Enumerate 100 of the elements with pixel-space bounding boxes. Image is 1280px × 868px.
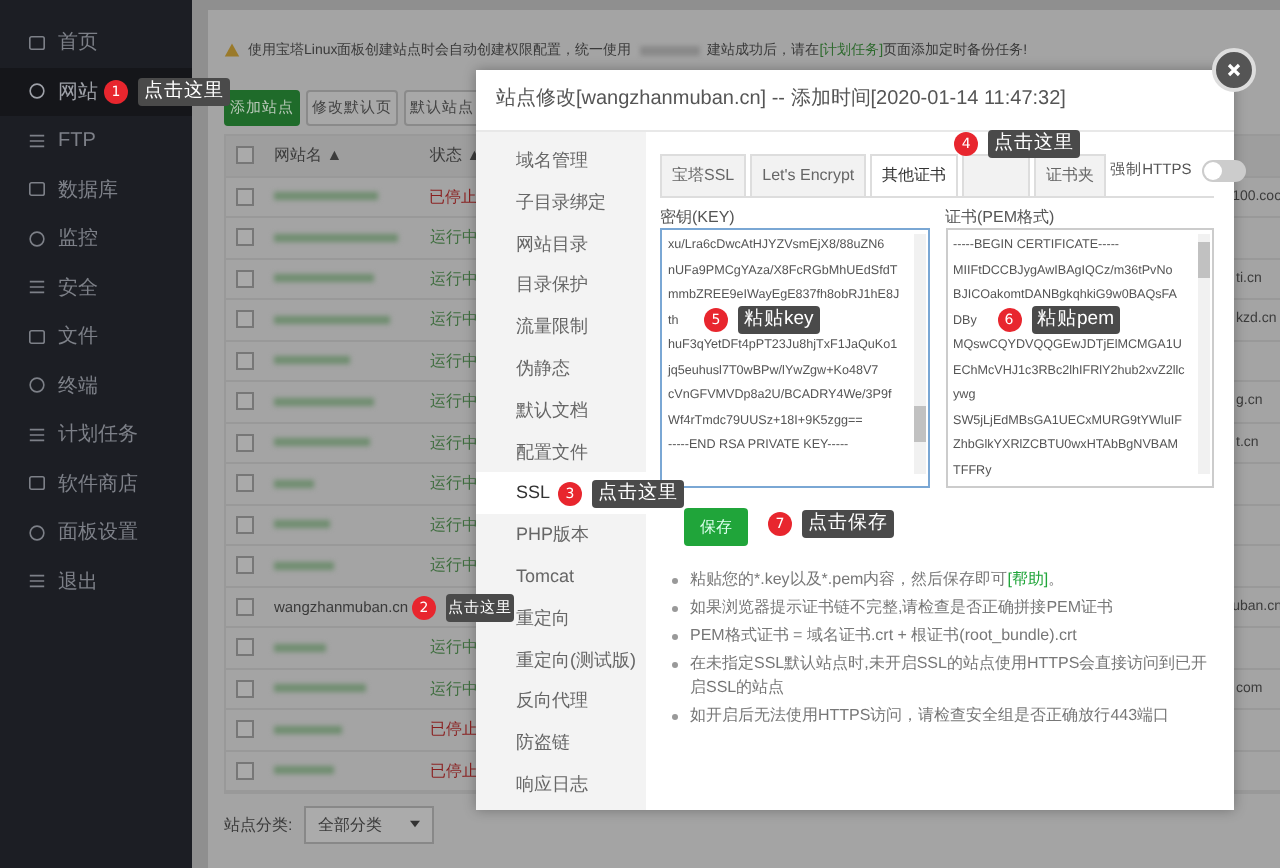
status-text: 运行中 [430, 474, 478, 493]
blurred-text [274, 356, 350, 365]
checkbox[interactable] [236, 638, 254, 657]
callout-label: 粘贴key [738, 306, 820, 334]
checkbox[interactable] [236, 392, 254, 411]
menu-item-icon [28, 229, 46, 248]
nav-item[interactable]: 伪静态 [476, 347, 646, 390]
blurred-text [274, 725, 342, 734]
checkbox[interactable] [236, 351, 254, 370]
blurred-text [274, 397, 374, 406]
tab[interactable]: Let's Encrypt [750, 154, 867, 196]
blurred-text [274, 561, 334, 570]
checkbox[interactable] [236, 761, 254, 780]
tab[interactable] [962, 154, 1031, 196]
sidebar-item[interactable]: FTP [0, 116, 192, 165]
tab[interactable]: 宝塔SSL [660, 154, 747, 196]
checkbox[interactable] [236, 720, 254, 739]
blurred-text [274, 438, 370, 447]
nav-item[interactable]: 域名管理 [476, 140, 646, 182]
sidebar-item[interactable]: 监控 [0, 214, 192, 263]
sidebar-item[interactable]: 退出 [0, 557, 192, 606]
help-link[interactable]: [帮助] [1007, 570, 1049, 588]
field-label: 证书(PEM格式) [945, 206, 1057, 228]
sidebar-item[interactable]: 软件商店 [0, 459, 192, 508]
checkbox[interactable] [236, 433, 254, 452]
bullet-icon [672, 714, 678, 720]
menu-item-icon [28, 327, 46, 346]
filter-label: 站点分类: [224, 813, 293, 835]
tab[interactable]: 其他证书 [870, 154, 959, 196]
sidebar-item[interactable]: 计划任务 [0, 410, 192, 459]
blurred-text [274, 315, 390, 324]
status-text: 已停止 [430, 720, 478, 739]
checkbox[interactable] [236, 474, 254, 493]
callout-label: 粘贴pem [1031, 306, 1120, 334]
scrollbar[interactable] [1198, 234, 1210, 474]
status-text: 运行中 [430, 433, 478, 452]
nav-item[interactable]: 响应日志 [476, 763, 646, 806]
nav-item[interactable]: 反向代理 [476, 680, 646, 723]
checkbox[interactable] [236, 597, 254, 616]
sidebar-item[interactable]: 面板设置 [0, 508, 192, 557]
scrollbar[interactable] [913, 234, 925, 474]
nav-item[interactable]: 目录保护 [476, 264, 646, 307]
callout-label: 点击保存 [802, 510, 894, 538]
sidebar-item[interactable]: 数据库 [0, 165, 192, 214]
status-text: 已停止 [429, 187, 478, 206]
toggle-switch[interactable] [1201, 159, 1246, 181]
field-label: 密钥(KEY) [660, 206, 737, 228]
menu-item-icon [28, 131, 46, 150]
save-button[interactable]: 保存 [684, 508, 748, 546]
checkbox[interactable] [236, 310, 254, 329]
status-text: 运行中 [430, 269, 478, 288]
category-dropdown[interactable]: 全部分类 [304, 805, 435, 843]
menu-item-icon [28, 180, 46, 199]
sidebar-item[interactable]: 安全 [0, 263, 192, 312]
status-text: 运行中 [430, 228, 478, 247]
checkbox[interactable] [236, 228, 254, 247]
menu-item-icon [28, 425, 46, 444]
checkbox[interactable] [236, 146, 254, 165]
status-text: 运行中 [430, 638, 478, 657]
blurred-text [273, 192, 378, 201]
checkbox[interactable] [236, 269, 254, 288]
nav-item[interactable]: 网站目录 [476, 223, 646, 265]
close-icon[interactable] [1224, 60, 1244, 80]
sidebar-item[interactable]: 首页 [0, 18, 192, 67]
menu-item-icon [28, 33, 46, 52]
blurred-text [274, 766, 334, 775]
nav-item[interactable]: 配置文件 [476, 431, 646, 473]
checkbox[interactable] [236, 679, 254, 698]
sidebar-item[interactable]: 终端 [0, 361, 192, 410]
caret-icon [410, 820, 421, 828]
column-header[interactable]: 网站名 ▲ [274, 144, 430, 167]
status-text: 运行中 [430, 351, 478, 370]
tip-text: PEM格式证书 = 域名证书.crt + 根证书(root_bundle).crt [690, 624, 1077, 648]
menu-item-icon [28, 572, 46, 591]
bullet-icon [672, 634, 678, 640]
checkbox[interactable] [236, 187, 254, 206]
callout-label: 点击这里 [138, 77, 230, 105]
nav-item[interactable]: 默认文档 [476, 389, 646, 432]
blurred-text [274, 684, 366, 693]
callout-label: 点击这里 [988, 130, 1081, 158]
status-text: 运行中 [430, 679, 478, 698]
checkbox[interactable] [236, 556, 254, 575]
nav-item[interactable]: 防盗链 [476, 722, 646, 764]
menu-item-icon [28, 278, 46, 297]
nav-item[interactable]: 重定向(测试版) [476, 639, 646, 681]
tip-text: 如开启后无法使用HTTPS访问，请检查安全组是否正确放行443端口 [690, 704, 1170, 728]
blurred-text [274, 520, 330, 529]
status-text: 运行中 [430, 392, 478, 411]
nav-item[interactable]: Tomcat [476, 555, 646, 598]
bullet-icon [672, 606, 678, 612]
menu-item-icon [28, 474, 46, 493]
bullet-icon [672, 662, 678, 668]
nav-item[interactable]: PHP版本 [476, 514, 646, 556]
tab[interactable]: 证书夹 [1034, 154, 1107, 196]
nav-item[interactable]: 流量限制 [476, 306, 646, 348]
sidebar-item[interactable]: 文件 [0, 312, 192, 361]
checkbox[interactable] [236, 515, 254, 534]
status-text: 运行中 [430, 556, 478, 575]
nav-item[interactable]: 子目录绑定 [476, 181, 646, 224]
warning-icon [224, 42, 240, 58]
